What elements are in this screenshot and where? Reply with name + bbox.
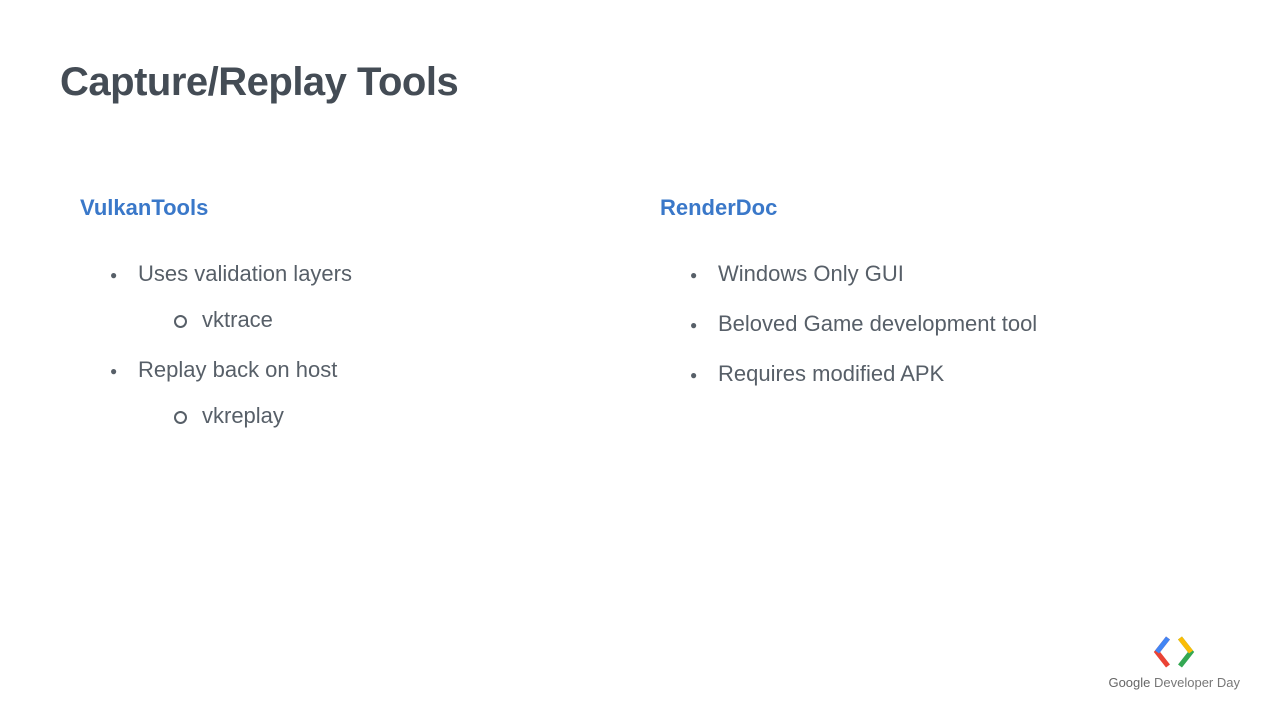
column-left: VulkanTools Uses validation layers vktra… — [60, 195, 640, 453]
column-right: RenderDoc Windows Only GUI Beloved Game … — [640, 195, 1220, 453]
slide-title: Capture/Replay Tools — [60, 60, 1220, 105]
sub-list: vktrace — [138, 307, 600, 333]
sub-list-item: vkreplay — [138, 403, 600, 429]
list-item: Uses validation layers vktrace — [80, 261, 600, 333]
right-heading: RenderDoc — [660, 195, 1220, 221]
slide: Capture/Replay Tools VulkanTools Uses va… — [0, 0, 1280, 720]
sub-list: vkreplay — [138, 403, 600, 429]
list-item-text: Replay back on host — [138, 357, 337, 382]
list-item: Beloved Game development tool — [660, 311, 1220, 337]
left-list: Uses validation layers vktrace Replay ba… — [80, 261, 600, 429]
footer-logo: Google Developer Day — [1108, 635, 1240, 690]
left-heading: VulkanTools — [80, 195, 600, 221]
sub-list-item: vktrace — [138, 307, 600, 333]
list-item: Replay back on host vkreplay — [80, 357, 600, 429]
footer-brand: Google — [1108, 675, 1150, 690]
list-item: Windows Only GUI — [660, 261, 1220, 287]
list-item-text: Uses validation layers — [138, 261, 352, 286]
footer-text: Google Developer Day — [1108, 675, 1240, 690]
brackets-icon — [1108, 635, 1240, 669]
list-item: Requires modified APK — [660, 361, 1220, 387]
right-list: Windows Only GUI Beloved Game developmen… — [660, 261, 1220, 387]
columns: VulkanTools Uses validation layers vktra… — [60, 195, 1220, 453]
footer-rest: Developer Day — [1150, 675, 1240, 690]
